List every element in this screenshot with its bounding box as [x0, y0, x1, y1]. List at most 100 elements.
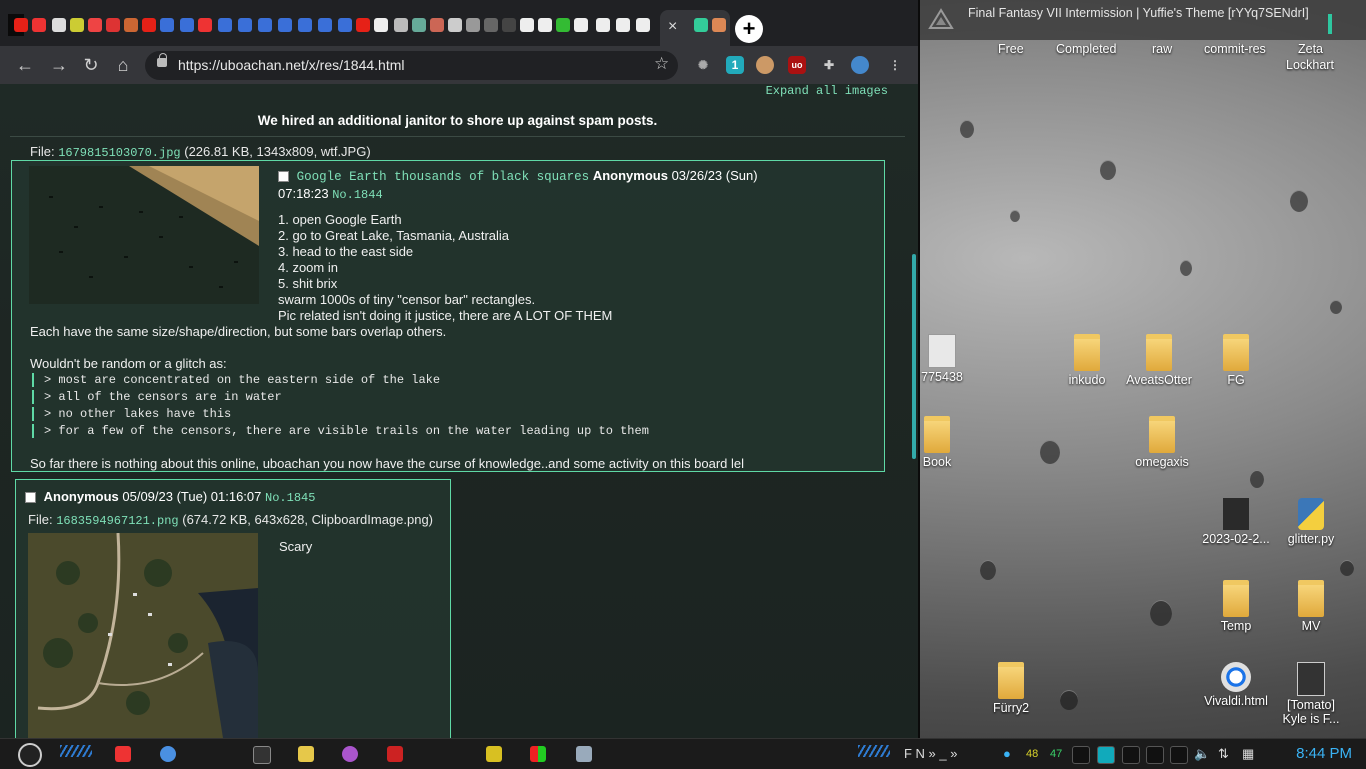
favicon-icon[interactable]	[538, 18, 552, 32]
favicon-icon[interactable]	[318, 18, 332, 32]
url-text[interactable]: https://uboachan.net/x/res/1844.html	[178, 57, 404, 73]
favicon-icon[interactable]	[374, 18, 388, 32]
folder-icon	[998, 662, 1024, 699]
ublock-icon[interactable]: uo	[788, 56, 806, 74]
volume-icon[interactable]: 🔈	[1194, 746, 1210, 762]
media-notification-bar[interactable]: Final Fantasy VII Intermission | Yuffie'…	[920, 0, 1366, 40]
op-image-thumbnail[interactable]	[29, 166, 259, 304]
favicon-icon[interactable]	[180, 18, 194, 32]
favicon-icon[interactable]	[574, 18, 588, 32]
back-icon[interactable]: ←	[14, 54, 36, 76]
desktop-icon-fg[interactable]: FG	[1199, 334, 1273, 387]
reload-icon[interactable]: ↻	[80, 54, 102, 76]
app-icon[interactable]	[530, 746, 546, 762]
favicon-icon[interactable]	[52, 18, 66, 32]
bookmark-lockhart[interactable]: Lockhart	[1286, 58, 1334, 72]
op-select-checkbox[interactable]	[278, 171, 289, 183]
avatar[interactable]	[851, 56, 869, 74]
puzzle-icon[interactable]: ✚	[820, 56, 838, 74]
favicon-icon[interactable]	[298, 18, 312, 32]
favicon-icon[interactable]	[238, 18, 252, 32]
favicon-icon[interactable]	[694, 18, 708, 32]
favicon-icon[interactable]	[258, 18, 272, 32]
bookmark-zeta[interactable]: Zeta	[1298, 42, 1323, 56]
favicon-icon[interactable]	[616, 18, 630, 32]
desktop-icon-label: AveatsOtter	[1126, 373, 1192, 387]
app-icon[interactable]	[387, 746, 403, 762]
desktop-icon-glitter-py[interactable]: glitter.py	[1274, 498, 1348, 546]
desktop-icon-inkudo[interactable]: inkudo	[1050, 334, 1124, 387]
address-bar[interactable]: https://uboachan.net/x/res/1844.html ☆	[145, 51, 678, 80]
favicon-icon[interactable]	[198, 18, 212, 32]
folder-icon	[1074, 334, 1100, 371]
favicon-icon[interactable]	[466, 18, 480, 32]
clock[interactable]: 8:44 PM	[1296, 745, 1352, 762]
media-title: Final Fantasy VII Intermission | Yuffie'…	[968, 6, 1309, 20]
youtube-icon[interactable]	[356, 18, 370, 32]
reply-image-thumbnail[interactable]	[28, 533, 258, 738]
forward-icon[interactable]: →	[48, 54, 70, 76]
favicon-icon[interactable]	[160, 18, 174, 32]
favicon-icon[interactable]	[70, 18, 84, 32]
favicon-icon[interactable]	[636, 18, 650, 32]
reply-post-number[interactable]: No.1845	[265, 491, 315, 505]
desktop-icon-tomato[interactable]: [Tomato] Kyle is F...	[1274, 662, 1348, 726]
app-icon[interactable]	[486, 746, 502, 762]
document-icon[interactable]	[576, 746, 592, 762]
bookmark-completed[interactable]: Completed	[1056, 42, 1116, 56]
favicon-icon[interactable]	[124, 18, 138, 32]
github-icon[interactable]	[520, 18, 534, 32]
media-player-icon[interactable]	[342, 746, 358, 762]
favicon-icon[interactable]	[218, 18, 232, 32]
expand-all-images-link[interactable]: Expand all images	[766, 84, 888, 98]
favicon-icon[interactable]	[88, 18, 102, 32]
favicon-icon[interactable]	[712, 18, 726, 32]
desktop-icon-mv[interactable]: MV	[1274, 580, 1348, 633]
extension-badge: 1	[731, 58, 739, 72]
favicon-icon[interactable]	[596, 18, 610, 32]
favicon-icon[interactable]	[412, 18, 426, 32]
reply-file-link[interactable]: 1683594967121.png	[56, 514, 178, 528]
desktop-icon-aveatsotter[interactable]: AveatsOtter	[1122, 334, 1196, 387]
favicon-icon[interactable]	[338, 18, 352, 32]
menu-icon[interactable]: ⋮	[886, 56, 904, 74]
desktop-icon-vivaldi-html[interactable]: Vivaldi.html	[1199, 662, 1273, 708]
vivaldi-icon[interactable]	[115, 746, 131, 762]
desktop-icon-temp[interactable]: Temp	[1199, 580, 1273, 633]
favicon-icon[interactable]	[32, 18, 46, 32]
clipboard-icon[interactable]: ▦	[1242, 746, 1254, 762]
youtube-icon[interactable]	[142, 18, 156, 32]
favicon-icon[interactable]	[394, 18, 408, 32]
favicon-icon[interactable]	[278, 18, 292, 32]
favicon-icon[interactable]	[484, 18, 498, 32]
cookie-icon[interactable]	[756, 56, 774, 74]
tray-shortcuts[interactable]: F N » _ »	[904, 746, 957, 761]
desktop-icon-omegaxis[interactable]: omegaxis	[1125, 416, 1199, 469]
terminal-icon[interactable]	[253, 746, 271, 764]
extension-icon[interactable]: ✺	[694, 56, 712, 74]
notepad-icon[interactable]	[298, 746, 314, 762]
bookmark-commit-res[interactable]: commit-res	[1204, 42, 1266, 56]
bookmark-raw[interactable]: raw	[1152, 42, 1172, 56]
favicon-icon[interactable]	[502, 18, 516, 32]
extension-icon[interactable]: 1	[726, 56, 744, 74]
reply-select-checkbox[interactable]	[25, 492, 36, 504]
op-file-link[interactable]: 1679815103070.jpg	[58, 146, 180, 160]
bookmark-star-icon[interactable]: ☆	[654, 54, 669, 74]
op-post-number[interactable]: No.1844	[332, 188, 382, 202]
desktop-icon-furry2[interactable]: Fürry2	[974, 662, 1048, 715]
bookmark-free[interactable]: Free	[998, 42, 1024, 56]
network-icon[interactable]: ⇅	[1218, 746, 1229, 762]
favicon-icon[interactable]	[106, 18, 120, 32]
desktop-icon-2023[interactable]: 2023-02-2...	[1199, 498, 1273, 546]
start-menu-icon[interactable]	[18, 743, 42, 767]
new-tab-button[interactable]: +	[735, 15, 763, 43]
favicon-icon[interactable]	[430, 18, 444, 32]
youtube-icon[interactable]	[14, 18, 28, 32]
favicon-icon[interactable]	[556, 18, 570, 32]
favicon-icon[interactable]	[448, 18, 462, 32]
scrollbar[interactable]	[912, 254, 916, 459]
close-icon[interactable]: ×	[668, 18, 677, 36]
chrome-icon[interactable]	[160, 746, 176, 762]
home-icon[interactable]: ⌂	[112, 54, 134, 76]
